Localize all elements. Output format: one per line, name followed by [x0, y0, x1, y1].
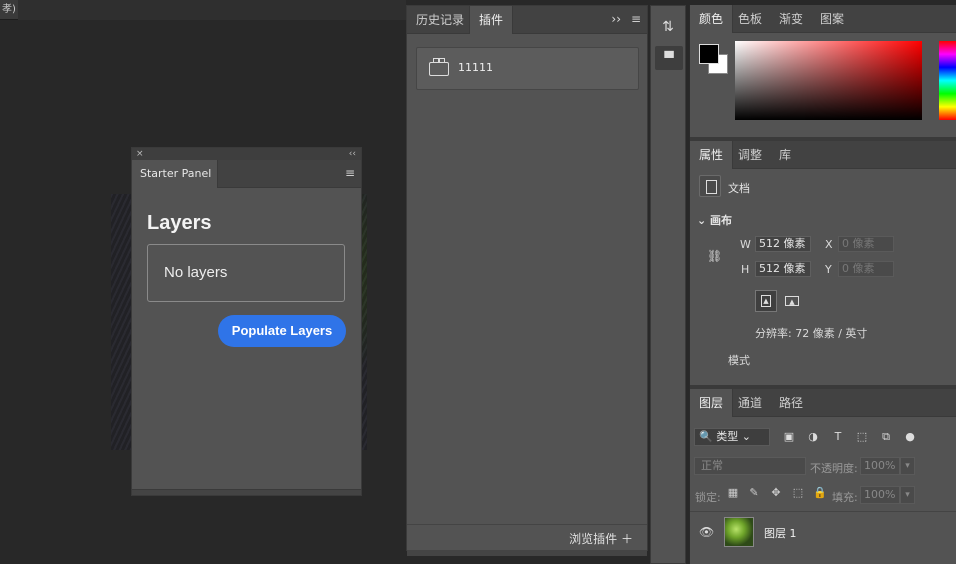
- tab-properties[interactable]: 属性: [690, 141, 734, 169]
- populate-layers-button[interactable]: Populate Layers: [218, 315, 346, 347]
- plugin-icon: [429, 58, 449, 76]
- tab-history[interactable]: 历史记录: [407, 6, 473, 34]
- resolution-text: 分辨率: 72 像素 / 英寸: [755, 327, 868, 340]
- tab-starter-panel[interactable]: Starter Panel: [132, 160, 218, 188]
- tab-patterns[interactable]: 图案: [811, 5, 853, 33]
- document-tab-fragment[interactable]: 孝): [0, 0, 18, 20]
- visibility-eye-icon[interactable]: 👁: [699, 525, 714, 539]
- panel-menu-icon[interactable]: ≡: [631, 12, 641, 26]
- document-label: 文档: [728, 182, 750, 195]
- document-tab-bar: [18, 0, 406, 20]
- x-field[interactable]: 0 像素: [838, 236, 894, 252]
- tab-libraries[interactable]: 库: [770, 141, 800, 169]
- color-field[interactable]: [735, 41, 922, 120]
- smart-object-filter-icon[interactable]: ⧉: [879, 430, 893, 444]
- color-tab-row: 颜色 色板 渐变 图案: [690, 5, 956, 33]
- y-label: Y: [825, 263, 832, 276]
- layers-heading: Layers: [147, 212, 212, 234]
- y-field[interactable]: 0 像素: [838, 261, 894, 277]
- history-icon[interactable]: ⇅: [657, 14, 679, 40]
- resize-grip[interactable]: [132, 489, 361, 495]
- adjustment-filter-icon[interactable]: ◑: [806, 430, 820, 444]
- canvas-section-header[interactable]: ⌄ 画布: [697, 212, 732, 228]
- close-icon[interactable]: ×: [136, 148, 144, 160]
- chevron-down-icon[interactable]: ▾: [900, 457, 915, 475]
- x-label: X: [825, 238, 833, 251]
- tab-plugins[interactable]: 插件: [469, 6, 514, 34]
- plugin-name: 11111: [458, 61, 493, 74]
- starter-panel: × ‹‹ Starter Panel ≡ Layers No layers Po…: [131, 147, 362, 496]
- pixel-filter-icon[interactable]: ▣: [782, 430, 796, 444]
- panel-control-bar: × ‹‹: [132, 148, 361, 160]
- blend-mode-select[interactable]: 正常: [694, 457, 806, 475]
- tab-gradients[interactable]: 渐变: [770, 5, 812, 33]
- plugins-footer: 浏览插件 ＋: [407, 524, 647, 550]
- layer-kind-filter[interactable]: 🔍 类型 ⌄: [694, 428, 770, 446]
- layer-name[interactable]: 图层 1: [764, 525, 797, 541]
- plugins-panel: 历史记录 插件 ›› ≡ 11111 浏览插件 ＋: [406, 5, 648, 556]
- type-filter-icon[interactable]: T: [831, 430, 845, 444]
- lock-transparency-icon[interactable]: ▦: [726, 486, 740, 500]
- height-field[interactable]: 512 像素: [755, 261, 811, 277]
- browse-plugins-button[interactable]: 浏览插件 ＋: [569, 530, 633, 547]
- lock-all-icon[interactable]: 🔒: [813, 486, 827, 500]
- collapse-icon[interactable]: ‹‹: [349, 148, 356, 160]
- panel-menu-icon[interactable]: ≡: [345, 166, 355, 180]
- filter-toggle-icon[interactable]: ●: [903, 430, 917, 444]
- landscape-icon: ▲: [785, 296, 799, 306]
- layers-tab-row: 图层 通道 路径: [690, 389, 956, 417]
- empty-layers-text: No layers: [164, 264, 228, 281]
- layer-row[interactable]: 👁 图层 1: [690, 511, 956, 551]
- tab-adjustments[interactable]: 调整: [729, 141, 771, 169]
- width-field[interactable]: 512 像素: [755, 236, 811, 252]
- fill-label: 填充:: [832, 491, 858, 504]
- starter-tab-row: Starter Panel ≡: [132, 160, 361, 188]
- tab-swatches[interactable]: 色板: [729, 5, 771, 33]
- opacity-field[interactable]: 100%: [860, 457, 900, 475]
- tab-channels[interactable]: 通道: [729, 389, 771, 417]
- panel-dock-strip: ⇅ ▀: [650, 5, 686, 564]
- resize-grip[interactable]: [407, 550, 647, 556]
- plugin-dock-icon[interactable]: ▀: [655, 46, 683, 70]
- portrait-icon: ▲: [761, 295, 771, 307]
- link-dimensions-icon[interactable]: ⛓: [707, 249, 722, 263]
- layers-list-box: No layers: [147, 244, 345, 302]
- opacity-label: 不透明度:: [810, 462, 858, 475]
- chevron-down-icon[interactable]: ▾: [900, 486, 915, 504]
- lock-label: 锁定:: [695, 491, 721, 504]
- lock-position-icon[interactable]: ✥: [769, 486, 783, 500]
- portrait-orientation-button[interactable]: ▲: [755, 290, 777, 312]
- tab-paths[interactable]: 路径: [770, 389, 812, 417]
- collapse-panels-icon[interactable]: ››: [611, 12, 621, 26]
- landscape-orientation-button[interactable]: ▲: [782, 292, 802, 310]
- lock-artboard-icon[interactable]: ⬚: [791, 486, 805, 500]
- right-panel-column: 颜色 色板 渐变 图案 属性 调整 库 文档 ⌄ 画布 W 512 像素 X 0…: [689, 5, 956, 564]
- properties-tab-row: 属性 调整 库: [690, 141, 956, 169]
- plugin-list-item[interactable]: 11111: [416, 47, 639, 90]
- plugins-tab-row: 历史记录 插件 ›› ≡: [407, 6, 647, 34]
- lock-image-icon[interactable]: ✎: [747, 486, 761, 500]
- hue-slider[interactable]: [939, 41, 956, 120]
- mode-label: 模式: [728, 354, 750, 367]
- document-icon: [699, 175, 721, 197]
- height-label: H: [741, 263, 750, 276]
- shape-filter-icon[interactable]: ⬚: [855, 430, 869, 444]
- layer-thumbnail: [724, 517, 754, 547]
- foreground-color-swatch[interactable]: [699, 44, 719, 64]
- tab-layers[interactable]: 图层: [690, 389, 734, 417]
- width-label: W: [740, 238, 751, 251]
- fill-field[interactable]: 100%: [860, 486, 900, 504]
- tab-color[interactable]: 颜色: [690, 5, 734, 33]
